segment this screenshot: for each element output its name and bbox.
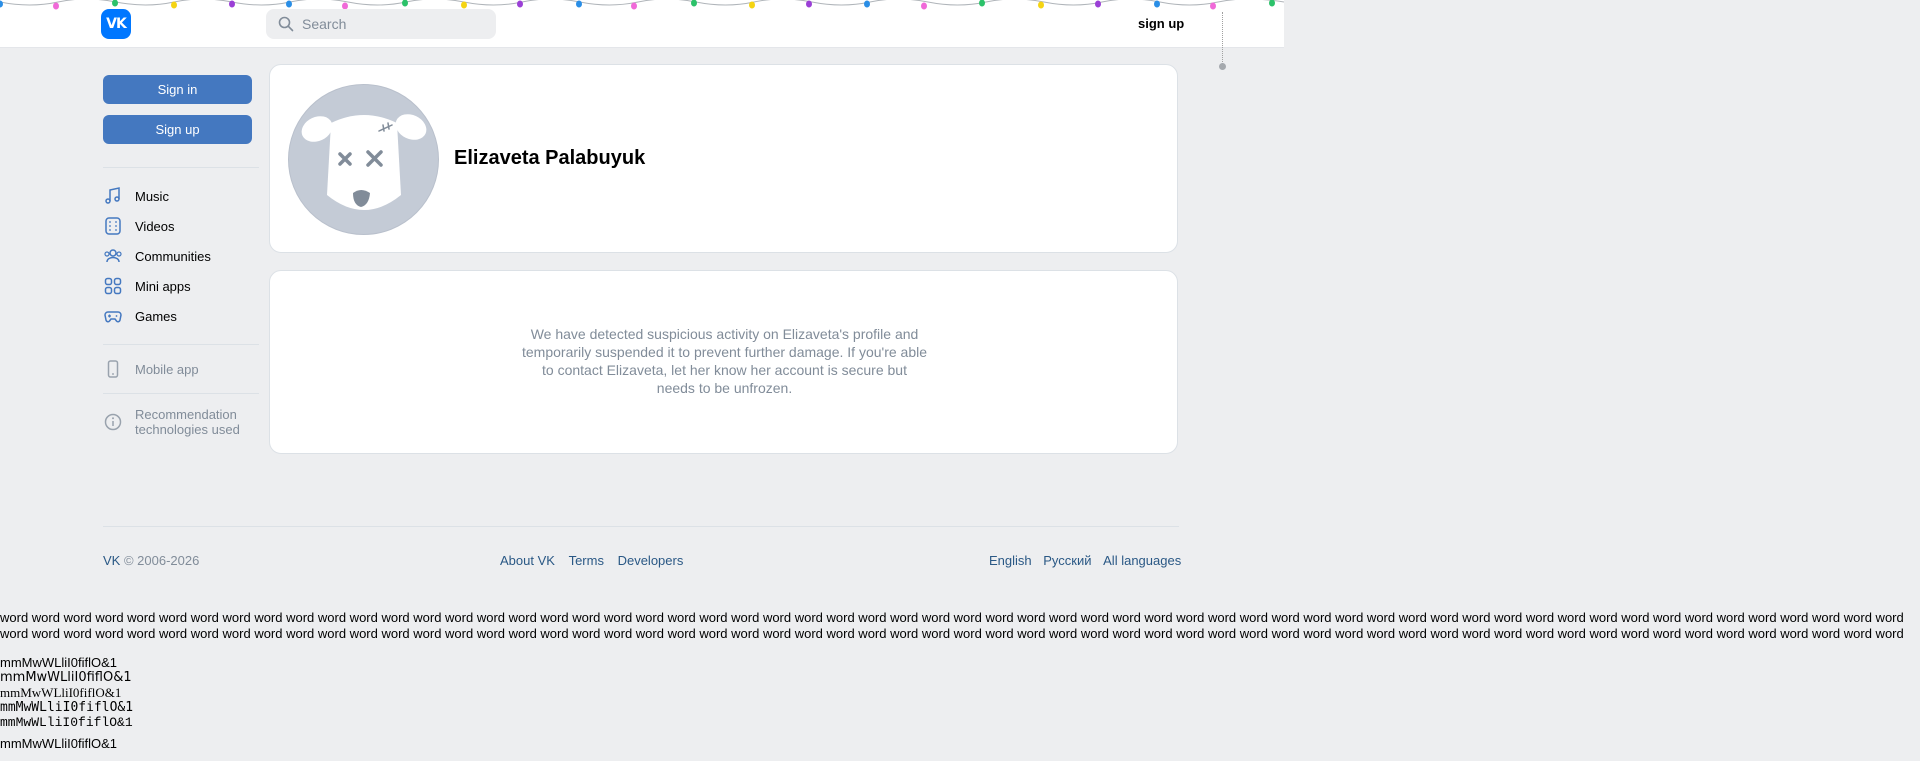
footer-brand-link[interactable]: VK	[103, 553, 120, 568]
info-icon	[104, 413, 122, 431]
profile-name: Elizaveta Palabuyuk	[454, 147, 646, 169]
music-note-icon	[105, 187, 120, 204]
sidebar-item-label: Mini apps	[135, 278, 191, 294]
font-test-line: mmMwWLliI0fiflO&1	[0, 715, 133, 730]
font-test-line: mmMwWLliI0fiflO&1	[0, 685, 122, 700]
sign-in-button[interactable]: Sign in	[103, 75, 252, 104]
garland-pull-handle[interactable]	[1219, 63, 1226, 70]
sidebar-item-communities[interactable]: Communities	[103, 245, 211, 267]
sidebar-item-label: Videos	[135, 218, 175, 234]
font-test-line: mmMwWLliI0fiflO&1	[0, 655, 118, 670]
sidebar-divider	[103, 167, 259, 168]
font-test-line: mmMwWLliI0fiflO&1	[0, 700, 134, 715]
video-film-icon	[105, 217, 121, 235]
search-box[interactable]	[266, 9, 496, 39]
footer-copyright: VK © 2006-2026	[103, 553, 199, 568]
sidebar-item-videos[interactable]: Videos	[103, 215, 175, 237]
footer-link-developers[interactable]: Developers	[618, 553, 684, 568]
language-all[interactable]: All languages	[1103, 553, 1181, 568]
sidebar-divider	[103, 393, 259, 394]
search-input[interactable]	[302, 16, 492, 32]
gamepad-icon	[104, 311, 122, 323]
vk-logo[interactable]: VK	[101, 9, 131, 39]
garland-lights-decoration	[0, 0, 1284, 10]
footer-link-terms[interactable]: Terms	[569, 553, 604, 568]
suspended-notice-text: We have detected suspicious activity on …	[522, 326, 928, 396]
language-english[interactable]: English	[989, 553, 1032, 568]
sidebar-item-mini-apps[interactable]: Mini apps	[103, 275, 191, 297]
profile-card: Elizaveta Palabuyuk	[269, 64, 1178, 253]
sign-up-button[interactable]: Sign up	[103, 115, 252, 144]
sidebar-item-label: Mobile app	[135, 361, 199, 377]
font-test-line: mmMwWLliI0fiflO&1	[0, 736, 118, 751]
users-icon	[104, 249, 122, 263]
sidebar-item-label: Recommendation technologies used	[135, 407, 240, 437]
footer-languages: English Русский All languages	[989, 553, 1181, 568]
footer-divider	[103, 526, 1179, 527]
sidebar-item-label: Communities	[135, 248, 211, 264]
sidebar-item-label: Games	[135, 308, 177, 324]
suspended-notice-card: We have detected suspicious activity on …	[269, 270, 1178, 454]
sidebar-item-mobile-app[interactable]: Mobile app	[103, 358, 199, 380]
language-russian[interactable]: Русский	[1043, 553, 1091, 568]
sidebar-item-label: Music	[135, 188, 169, 204]
sidebar-item-games[interactable]: Games	[103, 305, 177, 327]
sidebar-divider	[103, 344, 259, 345]
sidebar-item-music[interactable]: Music	[103, 185, 169, 207]
search-icon	[278, 16, 294, 32]
font-test-line: mmMwWLliI0fiflO&1	[0, 670, 132, 685]
smartphone-icon	[107, 360, 119, 378]
deactivated-dog-icon	[301, 114, 427, 210]
footer-links: About VK Terms Developers	[500, 553, 683, 568]
top-header: VK sign up	[0, 0, 1284, 48]
profile-avatar[interactable]	[288, 84, 439, 235]
copyright-text: © 2006-2026	[123, 553, 200, 568]
grid-icon	[104, 277, 122, 295]
font-test-words: word word word word word word word word …	[0, 610, 1904, 641]
footer-link-about[interactable]: About VK	[500, 553, 555, 568]
signup-link[interactable]: sign up	[1138, 16, 1184, 31]
garland-string	[1222, 12, 1223, 64]
sidebar-item-recommendation[interactable]: Recommendation technologies used	[103, 406, 245, 438]
